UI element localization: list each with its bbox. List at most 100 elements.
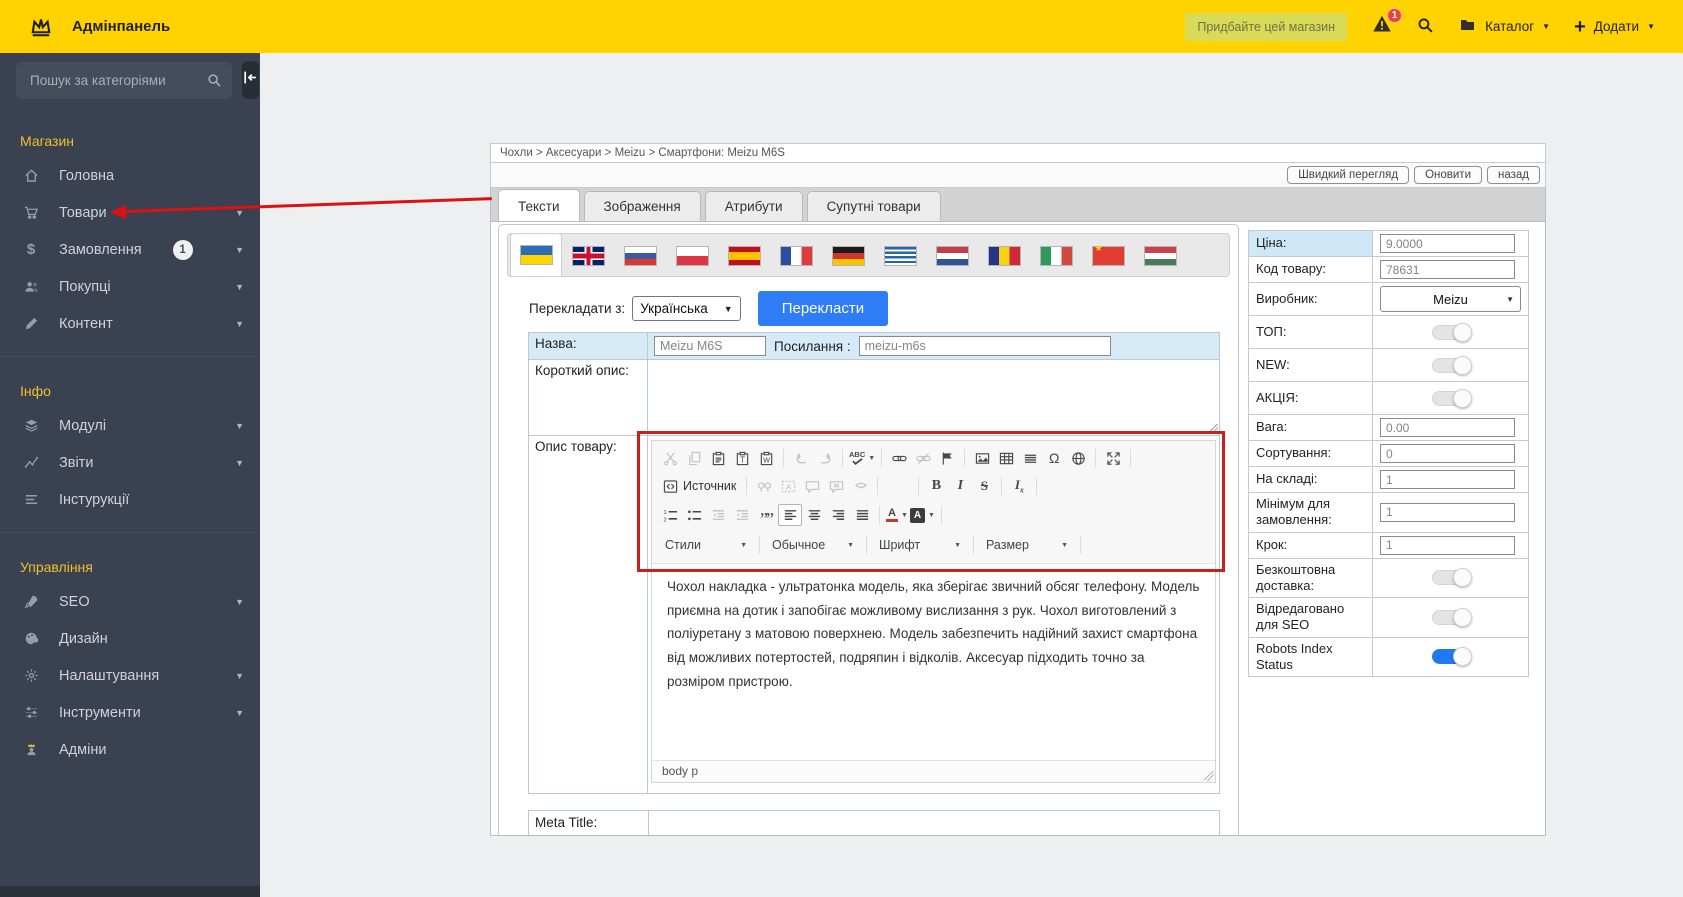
meta-title-input[interactable] xyxy=(648,810,1220,835)
sidebar-item-home[interactable]: Головна xyxy=(0,157,260,194)
language-tab-pl[interactable] xyxy=(666,236,718,276)
language-tab-de[interactable] xyxy=(822,236,874,276)
sidebar-item-admins[interactable]: Адміни xyxy=(0,731,260,768)
align-left-icon[interactable] xyxy=(778,504,802,526)
search-input[interactable] xyxy=(30,72,207,88)
anchor-icon[interactable] xyxy=(935,447,959,469)
blockquote-icon[interactable]: ”” xyxy=(754,504,778,528)
language-tab-ru[interactable] xyxy=(614,236,666,276)
paste-text-icon[interactable]: T xyxy=(730,447,754,469)
language-tab-fr[interactable] xyxy=(770,236,822,276)
strike-icon[interactable]: S xyxy=(972,475,996,497)
image-icon[interactable] xyxy=(970,447,994,469)
toggle-switch[interactable] xyxy=(1431,647,1472,667)
property-input[interactable] xyxy=(1380,260,1515,279)
buy-store-button[interactable]: Придбайте цей магазин xyxy=(1185,12,1348,41)
sidebar-item-customers[interactable]: Покупці ▼ xyxy=(0,268,260,305)
editor-dropdown-стили[interactable]: Стили ▼ xyxy=(658,533,754,557)
bg-color-icon[interactable]: A ▼ xyxy=(909,504,936,526)
align-right-icon[interactable] xyxy=(826,504,850,526)
product-name-input[interactable] xyxy=(654,336,766,356)
translate-source-select[interactable]: Українська ▼ xyxy=(632,296,741,321)
sidebar-item-design[interactable]: Дизайн xyxy=(0,620,260,657)
toggle-switch[interactable] xyxy=(1431,607,1472,627)
link-icon[interactable] xyxy=(887,447,911,469)
editor-content[interactable]: Чохол накладка - ультратонка модель, яка… xyxy=(652,564,1215,760)
tab-item[interactable]: Атрибути xyxy=(704,191,803,221)
catalog-menu[interactable]: Каталог ▼ xyxy=(1458,17,1550,36)
paste-word-icon[interactable]: W xyxy=(754,447,778,469)
property-input[interactable] xyxy=(1380,470,1515,489)
source-icon[interactable]: Источник xyxy=(658,475,741,497)
element-path-text[interactable]: body p xyxy=(662,764,698,778)
language-tab-cn[interactable]: ★ xyxy=(1082,236,1134,276)
italic-icon[interactable]: I xyxy=(948,475,972,497)
removeformat-icon[interactable]: Ix xyxy=(1007,475,1031,497)
editor-dropdown-размер[interactable]: Размер ▼ xyxy=(979,533,1075,557)
action-button[interactable]: Оновити xyxy=(1414,166,1482,184)
resize-handle-icon[interactable] xyxy=(1204,771,1214,781)
toggle-switch[interactable] xyxy=(1431,322,1472,342)
language-tab-es[interactable] xyxy=(718,236,770,276)
maximize-icon[interactable] xyxy=(1101,447,1125,469)
toolbar-separator xyxy=(1001,477,1003,495)
language-tab-ua[interactable] xyxy=(510,233,562,276)
numbered-list-icon[interactable]: 12 xyxy=(658,504,682,526)
toggle-switch[interactable] xyxy=(1431,568,1472,588)
omega-icon[interactable]: Ω xyxy=(1042,447,1066,469)
sidebar-section-title: Управління xyxy=(20,559,93,575)
property-input[interactable] xyxy=(1380,234,1515,253)
tab-active[interactable]: Тексти xyxy=(498,189,580,221)
bold-icon[interactable]: B xyxy=(924,475,948,497)
table-icon[interactable] xyxy=(994,447,1018,469)
translate-button[interactable]: Перекласти xyxy=(757,291,889,326)
editor-dropdown-шрифт[interactable]: Шрифт ▼ xyxy=(872,533,968,557)
text-color-icon[interactable]: A ▼ xyxy=(885,504,909,526)
globe-icon[interactable] xyxy=(1066,447,1090,469)
spellcheck-icon[interactable]: ABC ▼ xyxy=(848,447,876,469)
toggle-switch[interactable] xyxy=(1431,355,1472,375)
search-button[interactable] xyxy=(1417,17,1434,37)
language-tab-it[interactable] xyxy=(1030,236,1082,276)
toggle-switch[interactable] xyxy=(1431,388,1472,408)
dropdown-label: Шрифт xyxy=(879,538,921,552)
property-input[interactable] xyxy=(1380,502,1515,522)
resize-handle-icon[interactable] xyxy=(1208,424,1218,434)
sidebar-item-instructions[interactable]: Інстурукції xyxy=(0,481,260,518)
sidebar-item-settings[interactable]: Налаштування ▼ xyxy=(0,657,260,694)
category-search[interactable] xyxy=(16,61,232,99)
property-input[interactable] xyxy=(1380,444,1515,463)
justify-icon[interactable] xyxy=(850,504,874,526)
sidebar-item-modules[interactable]: Модулі ▼ xyxy=(0,407,260,444)
sidebar-item-tools[interactable]: Інструменти ▼ xyxy=(0,694,260,731)
product-link-input[interactable] xyxy=(858,336,1111,356)
sidebar-item-reports[interactable]: Звіти ▼ xyxy=(0,444,260,481)
add-menu[interactable]: + Додати ▼ xyxy=(1574,17,1655,37)
language-tab-gb[interactable] xyxy=(562,236,614,276)
bullet-list-icon[interactable] xyxy=(682,504,706,526)
manufacturer-select[interactable]: Meizu ▼ xyxy=(1380,286,1521,312)
sidebar-collapse-button[interactable] xyxy=(242,61,259,99)
sidebar-item-products[interactable]: Товари ▼ xyxy=(0,194,260,231)
short-description-textarea[interactable] xyxy=(647,359,1220,436)
action-button[interactable]: Швидкий перегляд xyxy=(1287,166,1410,184)
paste-icon[interactable] xyxy=(706,447,730,469)
property-label: NEW: xyxy=(1248,348,1373,382)
language-tab-nl[interactable] xyxy=(926,236,978,276)
tab-item[interactable]: Супутні товари xyxy=(806,191,941,221)
action-button[interactable]: назад xyxy=(1487,166,1540,184)
sidebar-item-orders[interactable]: $ Замовлення 1 ▼ xyxy=(0,231,260,268)
language-tab-hu[interactable] xyxy=(1134,236,1186,276)
align-center-icon[interactable] xyxy=(802,504,826,526)
sidebar-item-content[interactable]: Контент ▼ xyxy=(0,305,260,342)
language-tab-ro[interactable] xyxy=(978,236,1030,276)
property-row: Крок: xyxy=(1248,531,1529,559)
editor-dropdown-обычное[interactable]: Обычное ▼ xyxy=(765,533,861,557)
hr-icon[interactable] xyxy=(1018,447,1042,469)
sidebar-item-seo[interactable]: SEO ▼ xyxy=(0,583,260,620)
property-input[interactable] xyxy=(1380,535,1515,555)
warning-notification[interactable]: 1 xyxy=(1371,8,1403,39)
language-tab-gr[interactable] xyxy=(874,236,926,276)
tab-item[interactable]: Зображення xyxy=(583,191,701,221)
property-input[interactable] xyxy=(1380,418,1515,437)
